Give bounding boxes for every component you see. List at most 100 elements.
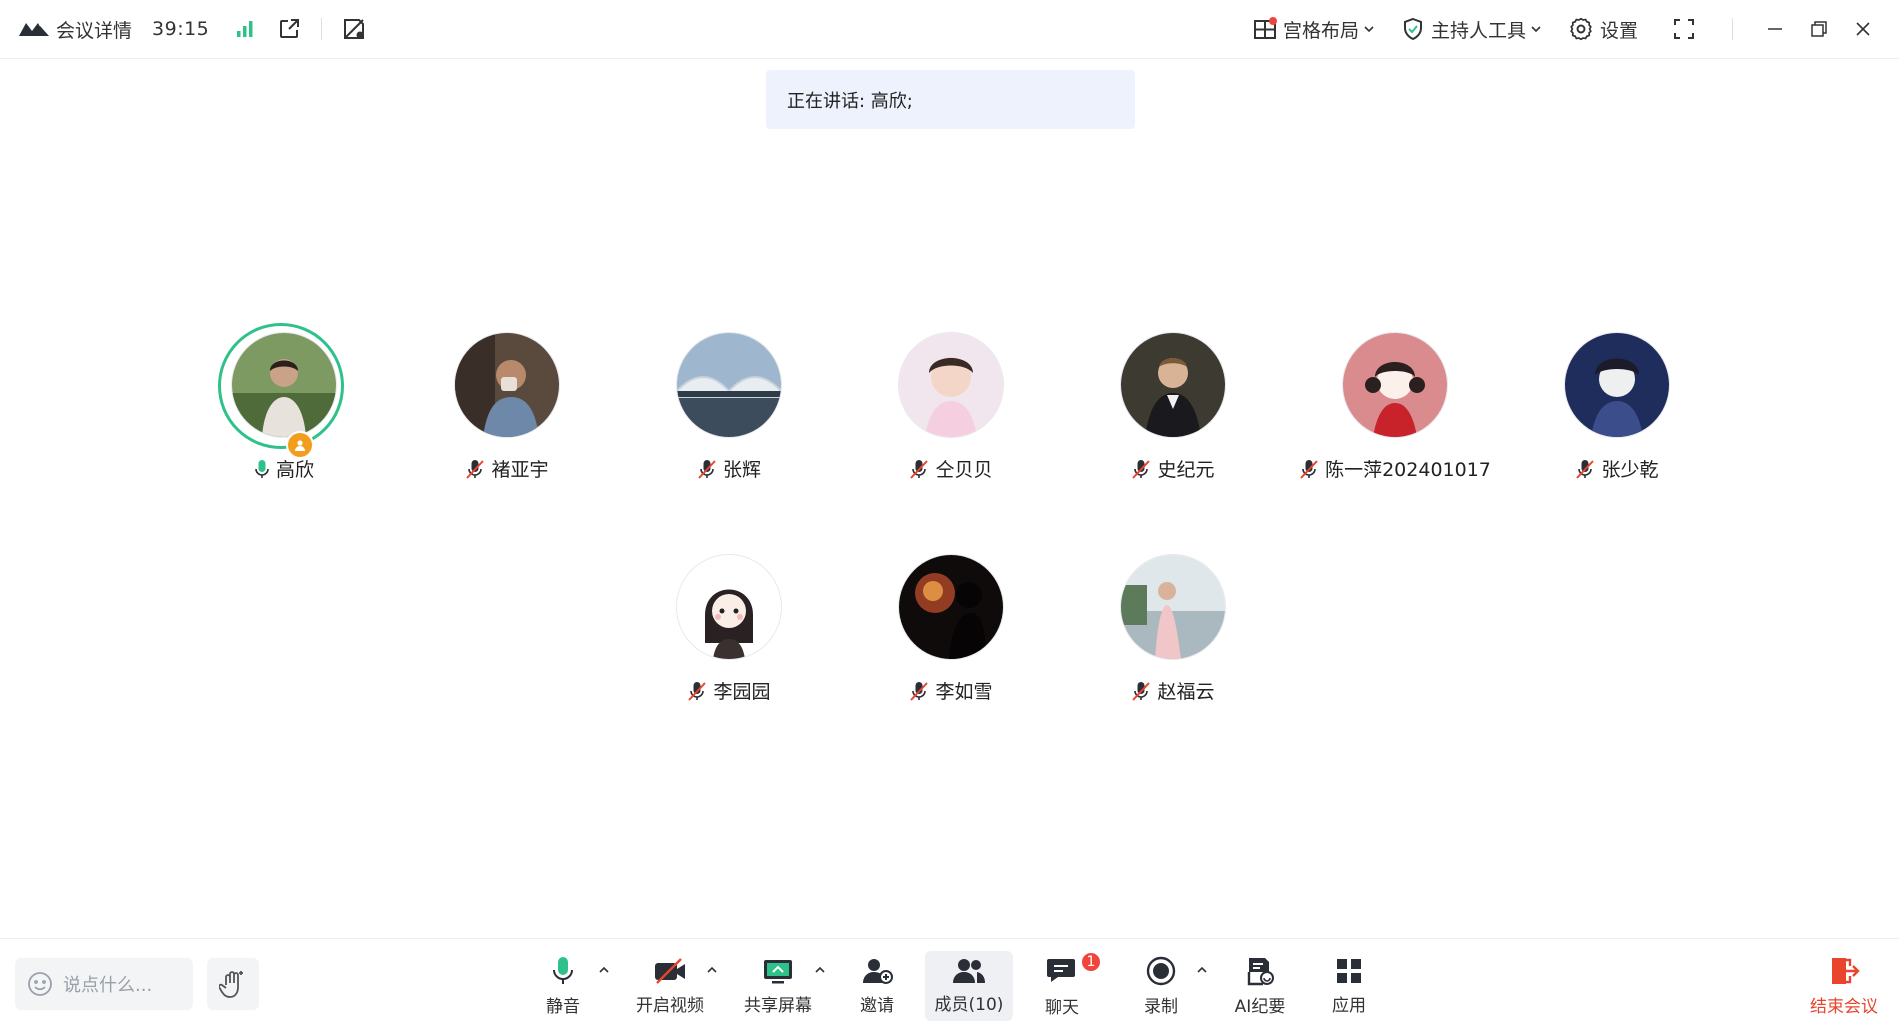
unread-badge: 1 <box>1080 950 1102 973</box>
avatar <box>1121 555 1225 659</box>
participant-tile[interactable]: 赵福云 <box>1073 555 1273 704</box>
chat-icon-wrap: 1 <box>1046 950 1102 987</box>
minimize-icon[interactable] <box>1755 9 1795 49</box>
speaking-text: 正在讲话: 高欣; <box>787 90 913 112</box>
participant-tile[interactable]: 李如雪 <box>851 555 1051 704</box>
settings-label: 设置 <box>1599 19 1638 42</box>
participant-tile[interactable]: 张辉 <box>629 333 829 482</box>
share-screen-button[interactable]: 共享屏幕 <box>742 951 814 1021</box>
chevron-down-icon <box>1364 26 1374 33</box>
chat-label: 聊天 <box>1045 997 1079 1018</box>
participant-name-row: 张辉 <box>629 455 829 482</box>
grid-layout-icon <box>1253 17 1277 39</box>
participant-tile[interactable]: 褚亚宇 <box>407 333 607 482</box>
participant-name-row: 高欣 <box>184 455 384 482</box>
participant-name: 赵福云 <box>1157 681 1215 703</box>
participant-name-row: 李园园 <box>629 677 829 704</box>
speaking-banner: 正在讲话: 高欣; <box>766 70 1135 129</box>
participant-name-row: 李如雪 <box>851 677 1051 704</box>
mic-muted-icon <box>1132 681 1151 701</box>
settings-button[interactable]: 设置 <box>1568 16 1638 43</box>
avatar <box>899 555 1003 659</box>
participant-name: 张少乾 <box>1601 459 1659 481</box>
chat-button[interactable]: 1 聊天 <box>1034 950 1102 1021</box>
top-divider <box>321 18 323 40</box>
participant-tile[interactable]: 史纪元 <box>1073 333 1273 482</box>
participant-name: 高欣 <box>275 459 314 481</box>
participant-name: 李如雪 <box>935 681 993 703</box>
invite-button[interactable]: 邀请 <box>850 951 904 1021</box>
share-options-caret[interactable] <box>811 961 829 979</box>
end-meeting-label: 结束会议 <box>1810 996 1878 1017</box>
start-video-button[interactable]: 开启视频 <box>634 951 706 1021</box>
gear-icon <box>1570 17 1592 41</box>
participant-name: 褚亚宇 <box>491 459 549 481</box>
fullscreen-icon[interactable] <box>1664 9 1704 49</box>
restore-icon[interactable] <box>1799 9 1839 49</box>
participant-tile[interactable]: 高欣 <box>184 323 384 482</box>
chat-bubble-icon <box>1047 958 1075 982</box>
participant-tile[interactable]: 仝贝贝 <box>851 333 1051 482</box>
avatar <box>677 333 781 437</box>
members-icon <box>953 958 985 983</box>
participant-name: 李园园 <box>713 681 771 703</box>
quick-chat-placeholder: 说点什么... <box>63 975 153 996</box>
record-icon <box>1146 956 1176 985</box>
close-icon[interactable] <box>1843 9 1883 49</box>
mic-muted-icon <box>910 459 929 479</box>
avatar <box>1343 333 1447 437</box>
avatar <box>455 333 559 437</box>
end-meeting-button[interactable]: 结束会议 <box>1802 951 1886 1021</box>
window-controls-divider <box>1732 18 1733 40</box>
record-button[interactable]: 录制 <box>1134 951 1188 1021</box>
avatar <box>1121 333 1225 437</box>
meeting-details-link[interactable]: 会议详情 <box>56 16 132 43</box>
apps-grid-icon <box>1337 958 1361 983</box>
bottom-toolbar: 说点什么... 静音 开启视频 共享屏幕 邀请 成员(10) 1 聊天 录制 A… <box>0 938 1899 1036</box>
apps-button[interactable]: 应用 <box>1322 951 1376 1021</box>
exit-icon <box>1832 957 1860 984</box>
mic-muted-icon <box>1576 459 1595 479</box>
share-screen-label: 共享屏幕 <box>744 995 812 1016</box>
ai-notes-icon <box>1247 957 1274 985</box>
network-signal-icon[interactable] <box>231 15 259 43</box>
raise-hand-button[interactable] <box>207 958 259 1010</box>
share-link-icon[interactable] <box>275 15 303 43</box>
mic-muted-icon <box>688 681 707 701</box>
video-options-caret[interactable] <box>703 961 721 979</box>
ai-summary-button[interactable]: AI纪要 <box>1228 951 1292 1021</box>
watermark-off-icon[interactable] <box>340 15 368 43</box>
chevron-down-icon <box>1531 26 1541 33</box>
top-bar-left: 会议详情 39:15 <box>18 0 384 58</box>
members-button[interactable]: 成员(10) <box>925 951 1013 1021</box>
participant-tile[interactable]: 张少乾 <box>1517 333 1717 482</box>
mic-muted-icon <box>466 459 485 479</box>
top-bar: 会议详情 39:15 宫格布局 主持人工具 设置 <box>0 0 1899 59</box>
raise-hand-icon <box>219 971 243 998</box>
layout-dropdown[interactable]: 宫格布局 <box>1253 16 1375 43</box>
apps-label: 应用 <box>1332 995 1366 1016</box>
avatar <box>232 333 336 437</box>
share-screen-icon <box>764 959 792 983</box>
chevron-up-icon <box>707 966 717 973</box>
record-options-caret[interactable] <box>1193 961 1211 979</box>
meeting-timer: 39:15 <box>152 18 210 40</box>
quick-chat-input[interactable]: 说点什么... <box>15 958 193 1010</box>
start-video-label: 开启视频 <box>636 995 704 1016</box>
ai-summary-label: AI纪要 <box>1234 996 1286 1017</box>
chevron-up-icon <box>1197 966 1207 973</box>
avatar <box>1565 333 1669 437</box>
participant-name: 仝贝贝 <box>935 459 993 481</box>
shield-check-icon <box>1403 17 1422 41</box>
participant-name-row: 张少乾 <box>1517 455 1717 482</box>
microphone-icon <box>553 956 573 984</box>
participant-tile[interactable]: 陈一萍202401017 <box>1295 333 1495 482</box>
participant-tile[interactable]: 李园园 <box>629 555 829 704</box>
host-tools-dropdown[interactable]: 主持人工具 <box>1401 16 1542 43</box>
audio-options-caret[interactable] <box>595 961 613 979</box>
app-logo-icon <box>19 23 49 36</box>
mic-muted-icon <box>1132 459 1151 479</box>
mute-button[interactable]: 静音 <box>536 951 590 1021</box>
mic-muted-icon <box>910 681 929 701</box>
members-label: 成员(10) <box>934 994 1004 1015</box>
